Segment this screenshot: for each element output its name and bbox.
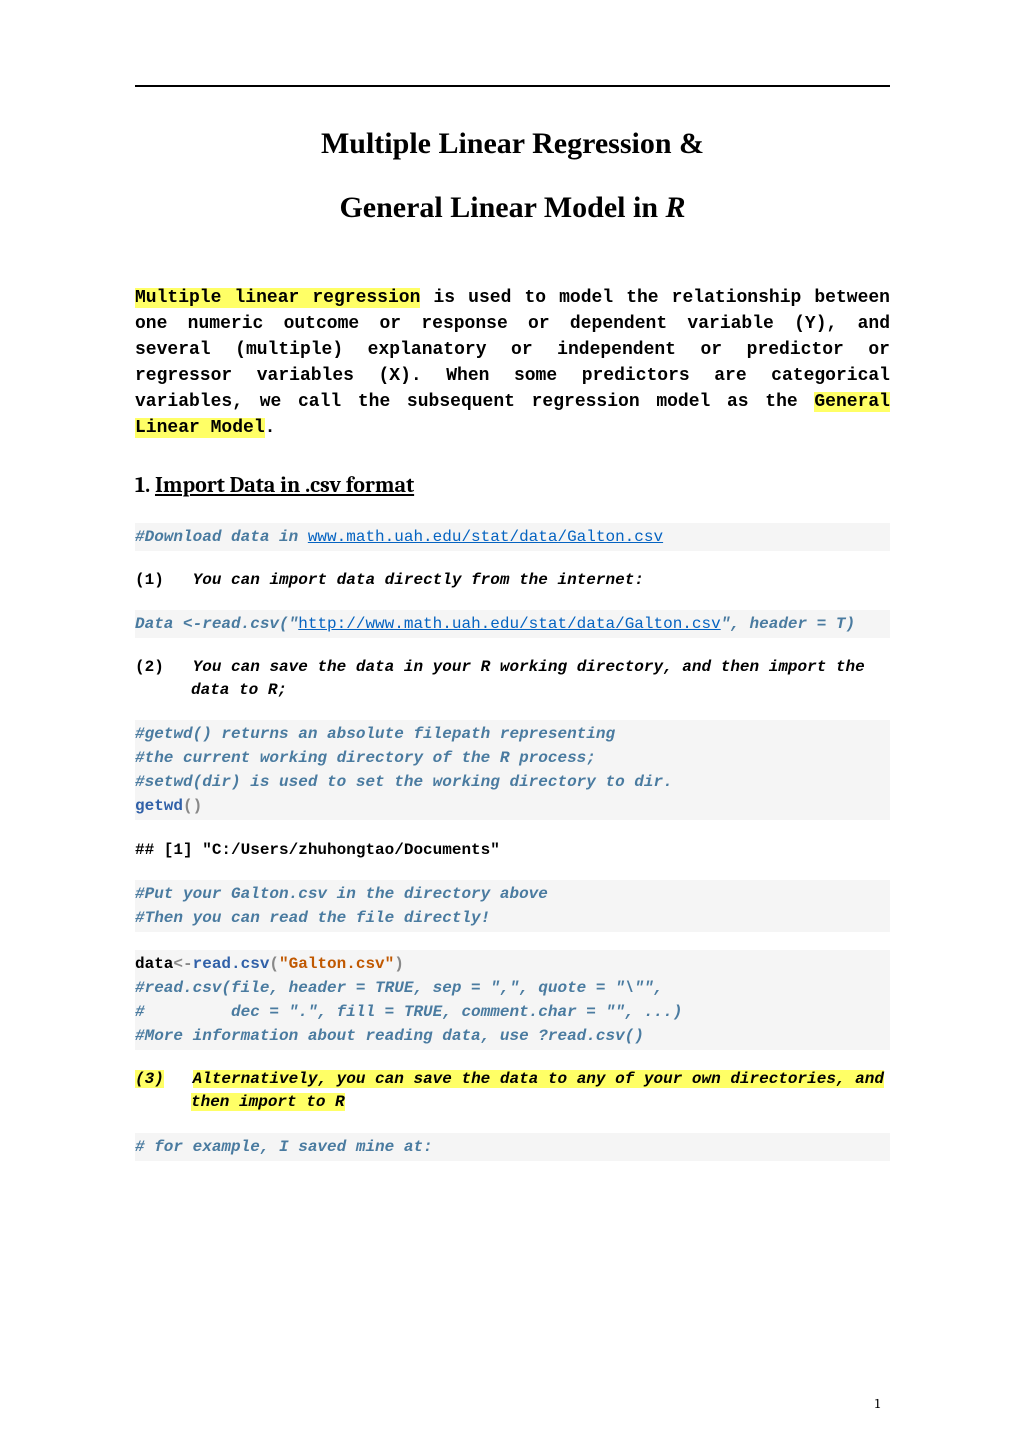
step-1: (1) You can import data directly from th… bbox=[135, 569, 890, 592]
section-1-heading: 1. Import Data in .csv format bbox=[135, 472, 890, 498]
step-2-num: (2) bbox=[135, 658, 164, 676]
title2-text: General Linear Model in bbox=[339, 191, 665, 224]
code-download-comment: #Download data in www.math.uah.edu/stat/… bbox=[135, 523, 890, 551]
step-3-text: Alternatively, you can save the data to … bbox=[191, 1070, 884, 1111]
download-link[interactable]: www.math.uah.edu/stat/data/Galton.csv bbox=[308, 528, 663, 546]
code-read-url: Data <-read.csv("http://www.math.uah.edu… bbox=[135, 610, 890, 638]
csv-url-link[interactable]: http://www.math.uah.edu/stat/data/Galton… bbox=[298, 615, 720, 633]
comment-getwd-3: #setwd(dir) is used to set the working d… bbox=[135, 773, 673, 791]
step-2: (2) You can save the data in your R work… bbox=[135, 656, 890, 702]
comment-text: #Download data in bbox=[135, 528, 308, 546]
csv-string: "Galton.csv" bbox=[279, 955, 394, 973]
getwd-paren: () bbox=[183, 797, 202, 815]
output-getwd: ## [1] "C:/Users/zhuhongtao/Documents" bbox=[135, 838, 890, 862]
comment-readcsv-1: #read.csv(file, header = TRUE, sep = ","… bbox=[135, 979, 663, 997]
code-pre-link: Data <-read.csv(" bbox=[135, 615, 298, 633]
code-getwd-block: #getwd() returns an absolute filepath re… bbox=[135, 720, 890, 820]
getwd-keyword: getwd bbox=[135, 797, 183, 815]
intro-highlight-1: Multiple linear regression bbox=[135, 288, 420, 308]
intro-paragraph: Multiple linear regression is used to mo… bbox=[135, 285, 890, 442]
code-example-comment: # for example, I saved mine at: bbox=[135, 1133, 890, 1161]
title2-italic: R bbox=[666, 191, 686, 224]
close-paren: ) bbox=[394, 955, 404, 973]
comment-put-1: #Put your Galton.csv in the directory ab… bbox=[135, 885, 548, 903]
output-text: ## [1] "C:/Users/zhuhongtao/Documents" bbox=[135, 841, 500, 859]
page-number: 1 bbox=[875, 1395, 880, 1412]
comment-readcsv-2: # dec = ".", fill = TRUE, comment.char =… bbox=[135, 1003, 682, 1021]
code-put-comment: #Put your Galton.csv in the directory ab… bbox=[135, 880, 890, 932]
comment-example: # for example, I saved mine at: bbox=[135, 1138, 433, 1156]
code-post-link: ", header = T) bbox=[721, 615, 855, 633]
code-read-csv-block: data<-read.csv("Galton.csv") #read.csv(f… bbox=[135, 950, 890, 1050]
page-title-2: General Linear Model in R bbox=[135, 191, 890, 225]
comment-put-2: #Then you can read the file directly! bbox=[135, 909, 490, 927]
intro-text-2: . bbox=[265, 418, 276, 438]
section-1-title: Import Data in .csv format bbox=[155, 472, 414, 498]
top-rule bbox=[135, 85, 890, 87]
comment-getwd-2: #the current working directory of the R … bbox=[135, 749, 596, 767]
var-data: data bbox=[135, 955, 173, 973]
step-3: (3) Alternatively, you can save the data… bbox=[135, 1068, 890, 1114]
step-1-text: You can import data directly from the in… bbox=[193, 571, 644, 589]
page-title-1: Multiple Linear Regression & bbox=[135, 127, 890, 161]
readcsv-keyword: read.csv bbox=[193, 955, 270, 973]
comment-getwd-1: #getwd() returns an absolute filepath re… bbox=[135, 725, 615, 743]
comment-readcsv-3: #More information about reading data, us… bbox=[135, 1027, 644, 1045]
step-1-num: (1) bbox=[135, 571, 164, 589]
step-3-num: (3) bbox=[135, 1070, 164, 1088]
section-1-num: 1. bbox=[135, 472, 150, 498]
open-paren: ( bbox=[269, 955, 279, 973]
step-2-text: You can save the data in your R working … bbox=[191, 658, 865, 699]
document-page: Multiple Linear Regression & General Lin… bbox=[0, 0, 1020, 1442]
assign-op: <- bbox=[173, 955, 192, 973]
